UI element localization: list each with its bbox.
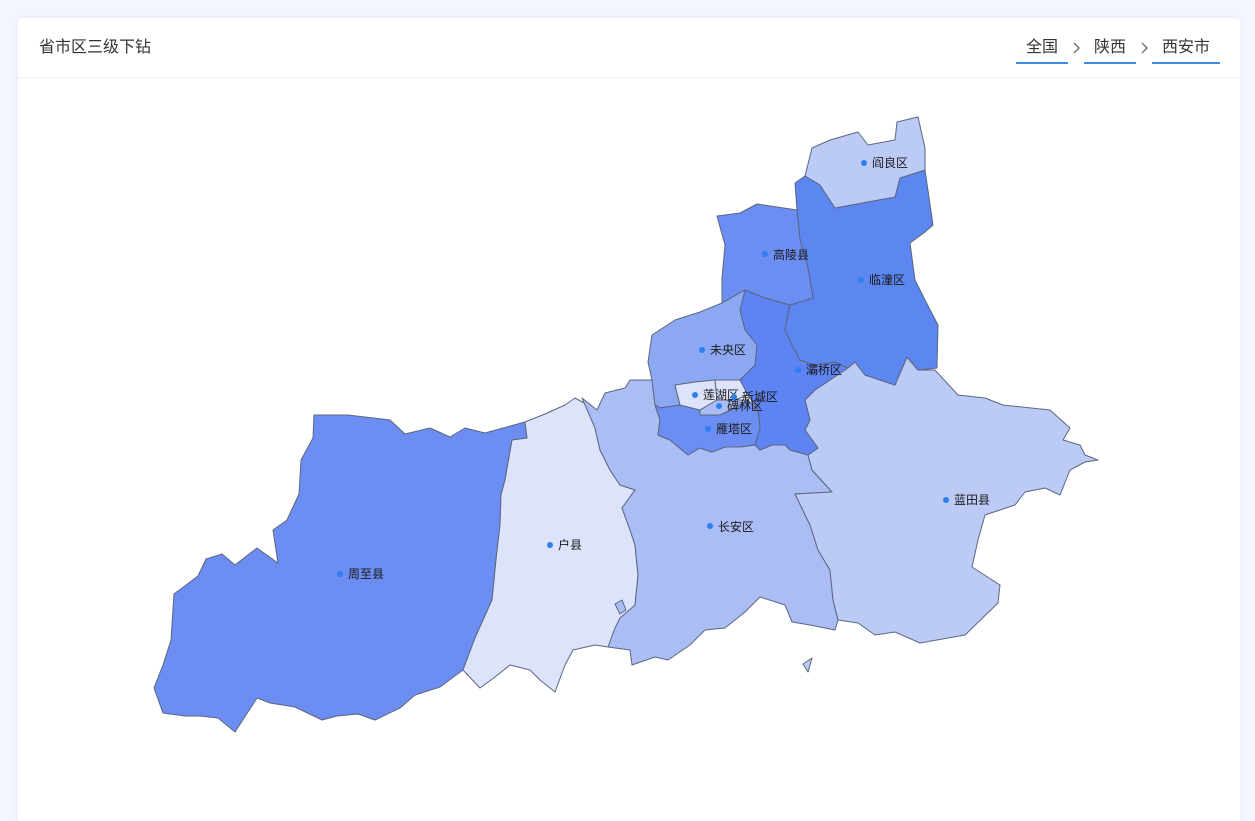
region-label: 未央区 (710, 343, 746, 357)
region-point-marker (861, 160, 867, 166)
map-card: 省市区三级下钻 全国 陕西 西安市 阎良区 临潼区 高陵县 未央区 灞桥区 莲湖… (18, 18, 1240, 821)
region-label: 碑林区 (727, 398, 763, 413)
region-point-marker (699, 347, 705, 353)
region-lantian-exclave[interactable] (802, 657, 813, 673)
district-map: 阎良区 临潼区 高陵县 未央区 灞桥区 莲湖区 新城区 碑林区 雁塔区 长安区 … (153, 116, 1099, 733)
region-point-marker (547, 542, 553, 548)
region-point-marker (716, 403, 722, 409)
region-point-marker (858, 277, 864, 283)
region-label: 高陵县 (773, 247, 809, 262)
region-point-marker (762, 251, 768, 257)
region-point-marker (692, 392, 698, 398)
region-label: 蓝田县 (954, 493, 990, 507)
region-point-marker (337, 571, 343, 577)
region-point-marker (705, 426, 711, 432)
region-label: 雁塔区 (716, 422, 752, 436)
region-label: 周至县 (348, 567, 384, 581)
region-point-marker (795, 367, 801, 373)
region-label: 长安区 (718, 519, 754, 534)
region-point-marker (943, 497, 949, 503)
region-point-marker (707, 523, 713, 529)
region-label: 临潼区 (869, 272, 905, 287)
region-label: 阎良区 (872, 155, 908, 170)
region-label: 灞桥区 (806, 363, 842, 377)
region-label: 户县 (558, 537, 582, 552)
map-area: 阎良区 临潼区 高陵县 未央区 灞桥区 莲湖区 新城区 碑林区 雁塔区 长安区 … (18, 78, 1240, 821)
